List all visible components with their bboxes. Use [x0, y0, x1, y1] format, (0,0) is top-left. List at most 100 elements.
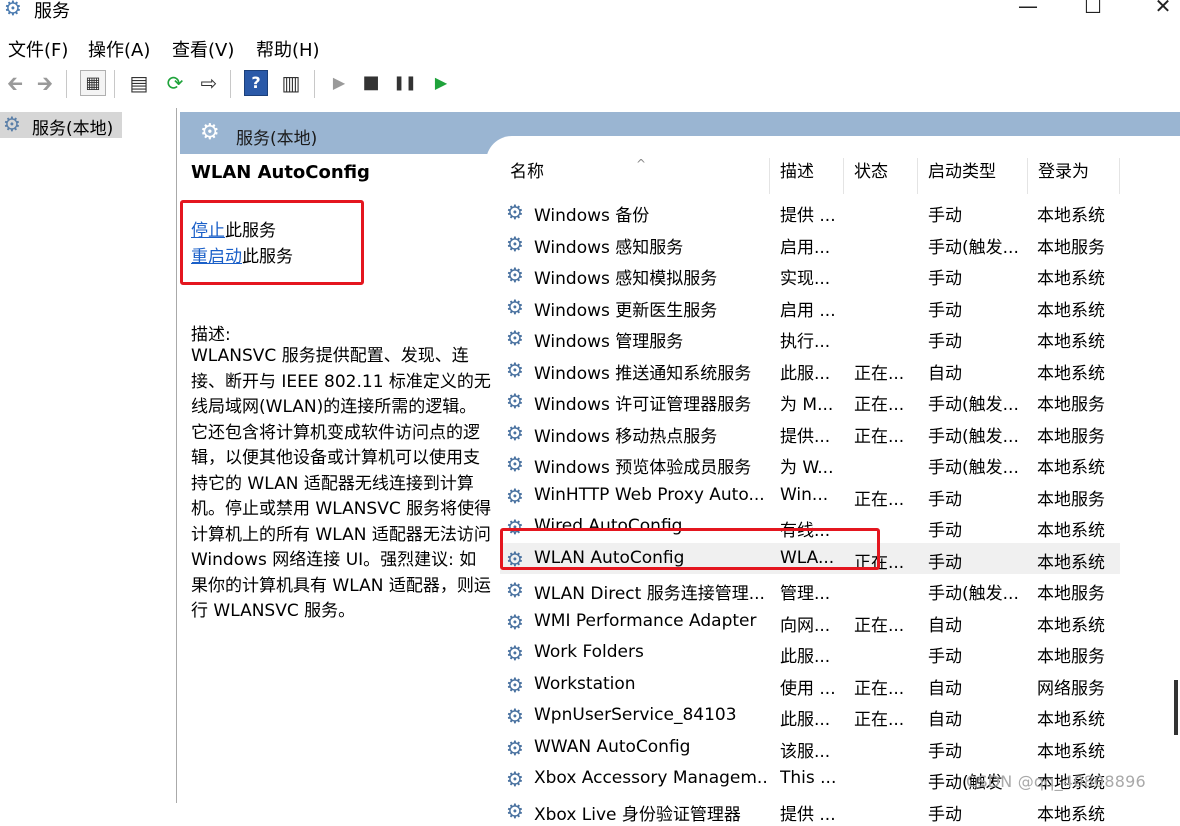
minimize-button[interactable]: —	[1005, 0, 1051, 22]
service-row[interactable]: ⚙Xbox Live 身份验证管理器提供 ...手动本地系统	[500, 795, 1120, 826]
service-row[interactable]: ⚙Work Folders此服...手动本地服务	[500, 637, 1120, 669]
show-console-tree-icon[interactable]: ▦	[80, 70, 106, 96]
service-desc-cell: 提供 ...	[780, 201, 840, 226]
column-header-name[interactable]: ^ 名称	[500, 158, 770, 194]
service-row[interactable]: ⚙Windows 感知模拟服务实现...手动本地系统	[500, 259, 1120, 291]
toolbar-separator	[230, 70, 231, 98]
service-gear-icon: ⚙	[506, 389, 524, 413]
description-label: 描述:	[191, 320, 231, 345]
service-title: WLAN AutoConfig	[191, 162, 370, 183]
service-gear-icon: ⚙	[506, 736, 524, 760]
vertical-scrollbar[interactable]	[1170, 150, 1180, 803]
stop-service-link[interactable]: 停止	[191, 221, 225, 241]
column-header-desc[interactable]: 描述	[770, 158, 844, 194]
column-header-startup[interactable]: 启动类型	[918, 158, 1028, 194]
service-row[interactable]: ⚙Workstation使用 ...正在...自动网络服务	[500, 669, 1120, 701]
service-desc-cell: 管理...	[780, 579, 840, 604]
close-button[interactable]: ✕	[1140, 0, 1180, 22]
properties-icon[interactable]: ▤	[126, 70, 152, 96]
service-desc-cell: 提供 ...	[780, 800, 840, 825]
service-name-cell: WinHTTP Web Proxy Auto...	[534, 485, 767, 505]
restart-action: 重启动此服务	[191, 242, 293, 267]
service-logon-cell: 本地系统	[1037, 327, 1119, 352]
service-start-cell: 手动(触发...	[928, 453, 1024, 478]
service-name-cell: Windows 更新医生服务	[534, 296, 767, 321]
service-name-cell: Xbox Live 身份验证管理器	[534, 800, 767, 825]
stop-service-icon[interactable]: ■	[358, 70, 384, 96]
menu-help[interactable]: 帮助(H)	[256, 36, 320, 62]
export-list-icon[interactable]: ⇨	[196, 70, 222, 96]
service-row[interactable]: ⚙Wired AutoConfig有线...手动本地系统	[500, 511, 1120, 543]
menu-view[interactable]: 查看(V)	[172, 36, 234, 62]
watermark: CSDN @qq_40808896	[966, 772, 1146, 791]
service-row[interactable]: ⚙Windows 推送通知系统服务此服...正在...自动本地系统	[500, 354, 1120, 386]
service-logon-cell: 本地系统	[1037, 359, 1119, 384]
service-gear-icon: ⚙	[506, 799, 524, 823]
service-status-cell: 正在...	[854, 611, 912, 636]
content-panel: ⚙ 服务(本地) WLAN AutoConfig 停止此服务 重启动此服务 描述…	[180, 108, 1180, 803]
service-name-cell: Windows 感知模拟服务	[534, 264, 767, 289]
service-gear-icon: ⚙	[506, 547, 524, 571]
service-row[interactable]: ⚙Windows 许可证管理器服务为 M...正在...手动(触发...本地服务	[500, 385, 1120, 417]
service-start-cell: 手动(触发...	[928, 422, 1024, 447]
forward-arrow-icon[interactable]: 🡲	[32, 70, 58, 96]
service-name-cell: WLAN AutoConfig	[534, 548, 767, 568]
service-desc-cell: 此服...	[780, 705, 840, 730]
menu-file[interactable]: 文件(F)	[8, 36, 68, 62]
help-icon[interactable]: ?	[244, 70, 268, 96]
restart-service-icon[interactable]: ▶	[428, 70, 454, 96]
service-gear-icon: ⚙	[506, 232, 524, 256]
service-desc-cell: 执行...	[780, 327, 840, 352]
back-arrow-icon[interactable]: 🡰	[2, 70, 28, 96]
refresh-icon[interactable]: ⟳	[162, 70, 188, 96]
service-row[interactable]: ⚙Windows 感知服务启用...手动(触发...本地服务	[500, 228, 1120, 260]
service-start-cell: 手动	[928, 737, 1024, 762]
start-service-icon[interactable]: ▶	[326, 70, 352, 96]
service-desc-cell: 该服...	[780, 737, 840, 762]
tree-item-services-local[interactable]: ⚙ 服务(本地)	[0, 112, 122, 138]
service-row[interactable]: ⚙WLAN Direct 服务连接管理...管理...手动(触发...本地服务	[500, 574, 1120, 606]
service-logon-cell: 本地系统	[1037, 264, 1119, 289]
service-name-cell: Workstation	[534, 674, 767, 694]
service-start-cell: 手动(触发...	[928, 579, 1024, 604]
toolbar-separator	[66, 70, 67, 98]
service-row[interactable]: ⚙WpnUserService_84103此服...正在...自动本地系统	[500, 700, 1120, 732]
service-logon-cell: 本地服务	[1037, 642, 1119, 667]
service-row[interactable]: ⚙WMI Performance Adapter向网...正在...自动本地系统	[500, 606, 1120, 638]
service-row[interactable]: ⚙Windows 更新医生服务启用 ...手动本地系统	[500, 291, 1120, 323]
service-row[interactable]: ⚙WLAN AutoConfigWLA...正在...手动本地系统	[500, 543, 1120, 575]
scroll-thumb[interactable]	[1174, 680, 1178, 735]
service-status-cell: 正在...	[854, 422, 912, 447]
service-desc-cell: 使用 ...	[780, 674, 840, 699]
title-bar: ⚙ 服务 — ☐ ✕	[0, 0, 1180, 22]
pause-service-icon[interactable]: ❚❚	[392, 70, 418, 96]
service-desc-cell: 启用...	[780, 233, 840, 258]
service-start-cell: 手动	[928, 516, 1024, 541]
service-logon-cell: 本地系统	[1037, 548, 1119, 573]
service-row[interactable]: ⚙Windows 备份提供 ...手动本地系统	[500, 196, 1120, 228]
action-pane-icon[interactable]: ▥	[278, 70, 304, 96]
service-row[interactable]: ⚙WinHTTP Web Proxy Auto...Win...正在...手动本…	[500, 480, 1120, 512]
service-gear-icon: ⚙	[506, 704, 524, 728]
service-row[interactable]: ⚙Windows 预览体验成员服务为 W...手动(触发...本地系统	[500, 448, 1120, 480]
service-row[interactable]: ⚙Windows 管理服务执行...手动本地系统	[500, 322, 1120, 354]
stop-suffix: 此服务	[225, 221, 276, 241]
service-row[interactable]: ⚙WWAN AutoConfig该服...手动本地系统	[500, 732, 1120, 764]
menu-bar: 文件(F) 操作(A) 查看(V) 帮助(H)	[0, 34, 1180, 62]
service-desc-cell: 启用 ...	[780, 296, 840, 321]
menu-action[interactable]: 操作(A)	[88, 36, 150, 62]
service-desc-cell: This ...	[780, 768, 840, 788]
service-name-cell: Windows 管理服务	[534, 327, 767, 352]
gear-icon: ⚙	[3, 112, 21, 136]
service-row[interactable]: ⚙Windows 移动热点服务提供...正在...手动(触发...本地服务	[500, 417, 1120, 449]
service-desc-cell: 有线...	[780, 516, 840, 541]
service-logon-cell: 本地服务	[1037, 390, 1119, 415]
restart-service-link[interactable]: 重启动	[191, 247, 242, 267]
service-logon-cell: 本地系统	[1037, 737, 1119, 762]
column-header-status[interactable]: 状态	[844, 158, 918, 194]
service-start-cell: 手动	[928, 800, 1024, 825]
maximize-button[interactable]: ☐	[1070, 0, 1116, 22]
service-logon-cell: 本地服务	[1037, 579, 1119, 604]
column-header-logon[interactable]: 登录为	[1028, 158, 1120, 194]
service-gear-icon: ⚙	[506, 484, 524, 508]
